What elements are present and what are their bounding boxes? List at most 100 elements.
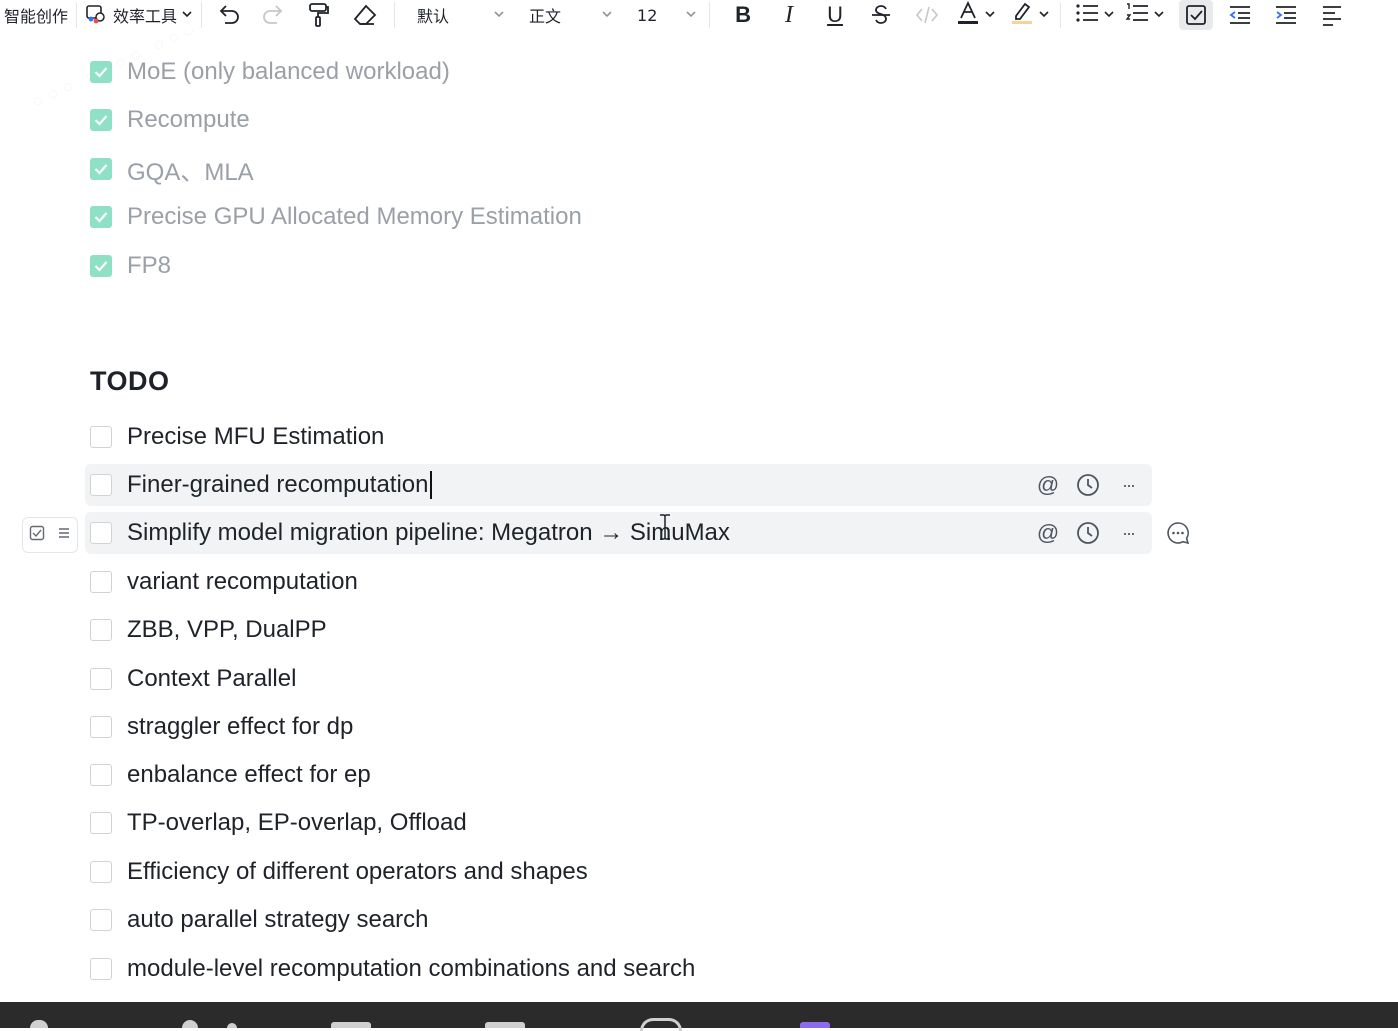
- mention-button[interactable]: @: [1036, 472, 1060, 497]
- todo-item: variant recomputation: [85, 561, 358, 603]
- todo-heading: TODO: [90, 366, 170, 396]
- mention-button[interactable]: @: [1036, 520, 1060, 545]
- checked-checkbox[interactable]: [90, 255, 112, 277]
- indent-icon[interactable]: [1271, 0, 1301, 30]
- taskbar-app-icon[interactable]: [182, 1020, 198, 1028]
- bold-label: B: [735, 2, 751, 27]
- ai-create-button[interactable]: 智能创作: [4, 0, 68, 30]
- efficiency-tools-label: 效率工具: [113, 7, 178, 26]
- underline-button[interactable]: U: [820, 0, 850, 30]
- block-handle[interactable]: [22, 517, 78, 553]
- unchecked-checkbox[interactable]: [90, 668, 112, 690]
- task-label[interactable]: straggler effect for dp: [127, 713, 353, 741]
- chevron-down-icon: [1038, 5, 1050, 25]
- taskbar-app-icon[interactable]: [227, 1023, 237, 1028]
- task-label[interactable]: GQA、MLA: [127, 152, 254, 187]
- unchecked-checkbox[interactable]: [90, 571, 112, 593]
- row-actions: @ ···: [1036, 464, 1140, 506]
- checkbox-list-icon[interactable]: [1179, 0, 1214, 30]
- taskbar-app-icon[interactable]: [30, 1020, 48, 1028]
- numbered-list-dropdown[interactable]: [1125, 0, 1165, 30]
- font-size-value: 12: [637, 5, 658, 25]
- task-label: Finer-grained recomputation: [127, 470, 429, 498]
- chevron-down-icon: [685, 5, 697, 25]
- chevron-down-icon: [1153, 5, 1165, 25]
- undo-icon[interactable]: [214, 0, 244, 30]
- font-family-dropdown[interactable]: 默认: [417, 0, 505, 30]
- chevron-down-icon: [1103, 5, 1115, 25]
- task-label[interactable]: Context Parallel: [127, 665, 296, 693]
- unchecked-checkbox[interactable]: [90, 909, 112, 931]
- toolbar-divider: [394, 2, 396, 28]
- todo-item: Precise MFU Estimation: [85, 416, 384, 458]
- task-label[interactable]: Precise MFU Estimation: [127, 423, 384, 451]
- completed-task-item: Precise GPU Allocated Memory Estimation: [90, 197, 582, 237]
- code-icon[interactable]: [912, 0, 942, 30]
- chevron-down-icon: [181, 5, 193, 25]
- task-label[interactable]: module-level recomputation combinations …: [127, 955, 695, 983]
- todo-item: Efficiency of different operators and sh…: [85, 851, 588, 893]
- underline-label: U: [827, 2, 843, 27]
- reminder-clock-icon[interactable]: [1076, 521, 1100, 545]
- task-label[interactable]: variant recomputation: [127, 568, 358, 596]
- taskbar-app-icon[interactable]: [485, 1022, 525, 1028]
- checked-checkbox[interactable]: [90, 109, 112, 131]
- format-painter-icon[interactable]: [304, 0, 334, 30]
- task-label[interactable]: ZBB, VPP, DualPP: [127, 616, 327, 644]
- taskbar: [0, 1002, 1398, 1031]
- outdent-icon[interactable]: [1225, 0, 1255, 30]
- task-label-editing[interactable]: Finer-grained recomputation: [127, 471, 432, 500]
- highlight-icon: [1010, 0, 1034, 31]
- italic-button[interactable]: I: [774, 0, 804, 30]
- eraser-icon[interactable]: [350, 0, 380, 30]
- unchecked-checkbox[interactable]: [90, 474, 112, 496]
- task-label[interactable]: TP-overlap, EP-overlap, Offload: [127, 809, 467, 837]
- bold-button[interactable]: B: [728, 0, 758, 30]
- checked-checkbox[interactable]: [90, 61, 112, 83]
- font-size-dropdown[interactable]: 12: [637, 0, 697, 30]
- task-label[interactable]: MoE (only balanced workload): [127, 58, 450, 86]
- checked-checkbox[interactable]: [90, 206, 112, 228]
- unchecked-checkbox[interactable]: [90, 619, 112, 641]
- more-options-button[interactable]: ···: [1116, 521, 1140, 545]
- unchecked-checkbox[interactable]: [90, 522, 112, 544]
- align-icon[interactable]: [1317, 0, 1347, 30]
- unchecked-checkbox[interactable]: [90, 861, 112, 883]
- unchecked-checkbox[interactable]: [90, 764, 112, 786]
- toolbar-divider: [709, 2, 711, 28]
- task-label[interactable]: Recompute: [127, 106, 250, 134]
- comment-icon[interactable]: [1165, 520, 1191, 551]
- unchecked-checkbox[interactable]: [90, 812, 112, 834]
- completed-task-item: GQA、MLA: [90, 149, 254, 189]
- italic-label: I: [785, 2, 794, 28]
- taskbar-app-icon[interactable]: [640, 1018, 682, 1031]
- numbered-list-icon: [1125, 2, 1149, 29]
- bullet-list-dropdown[interactable]: [1075, 0, 1115, 30]
- task-label[interactable]: Precise GPU Allocated Memory Estimation: [127, 203, 582, 231]
- more-options-button[interactable]: ···: [1116, 473, 1140, 497]
- todo-item: module-level recomputation combinations …: [85, 948, 695, 990]
- bullet-list-icon: [1075, 2, 1099, 29]
- unchecked-checkbox[interactable]: [90, 716, 112, 738]
- task-label[interactable]: Simplify model migration pipeline: Megat…: [127, 519, 730, 547]
- task-label[interactable]: FP8: [127, 252, 171, 280]
- efficiency-tools-dropdown[interactable]: 效率工具: [85, 0, 193, 30]
- checked-checkbox[interactable]: [90, 158, 112, 180]
- toolbar-divider: [1060, 2, 1062, 28]
- task-label[interactable]: auto parallel strategy search: [127, 906, 429, 934]
- task-label[interactable]: Efficiency of different operators and sh…: [127, 858, 588, 886]
- checkbox-block-icon: [29, 525, 45, 546]
- highlight-dropdown[interactable]: [1010, 0, 1050, 30]
- row-actions: @ ···: [1036, 512, 1140, 554]
- paragraph-style-dropdown[interactable]: 正文: [529, 0, 613, 30]
- ibeam-cursor-icon: [657, 513, 673, 546]
- taskbar-app-icon[interactable]: [800, 1022, 830, 1028]
- reminder-clock-icon[interactable]: [1076, 473, 1100, 497]
- strikethrough-icon[interactable]: [866, 0, 896, 30]
- redo-icon[interactable]: [258, 0, 288, 30]
- unchecked-checkbox[interactable]: [90, 958, 112, 980]
- taskbar-app-icon[interactable]: [331, 1022, 371, 1028]
- font-color-dropdown[interactable]: [956, 0, 996, 30]
- task-label[interactable]: enbalance effect for ep: [127, 761, 371, 789]
- unchecked-checkbox[interactable]: [90, 426, 112, 448]
